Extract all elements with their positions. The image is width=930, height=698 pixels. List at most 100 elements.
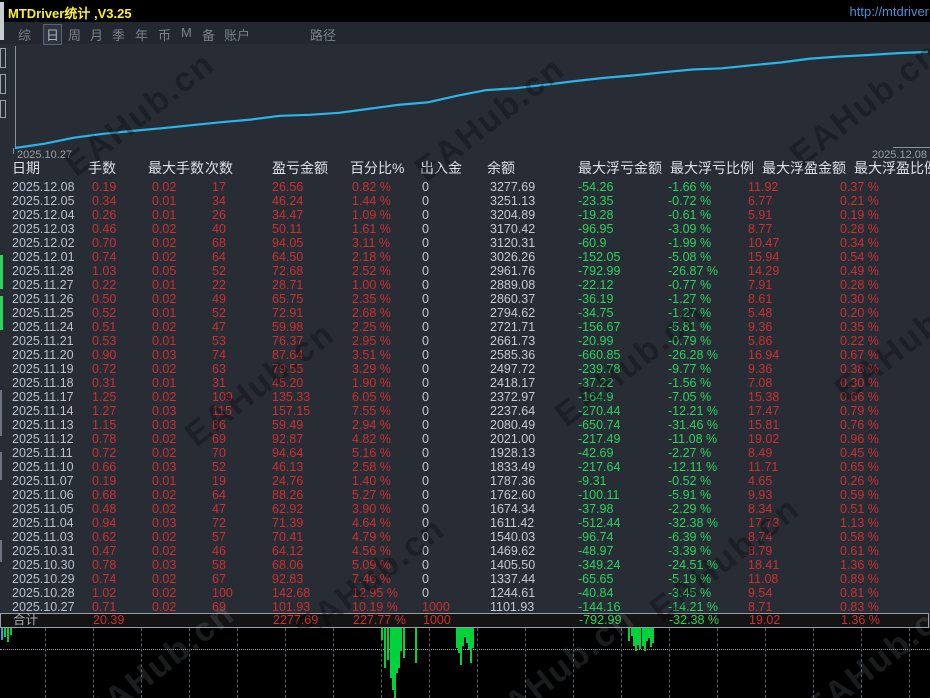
window-title: MTDriver统计 ,V3.25	[8, 3, 132, 22]
table-row[interactable]: 2025.11.281.030.055272.682.52 %02961.76-…	[0, 264, 930, 278]
table-row[interactable]: 2025.11.180.310.013145.201.90 %02418.17-…	[0, 376, 930, 390]
table-cell: -0.77 %	[668, 278, 711, 292]
table-cell: 0.02	[152, 600, 176, 614]
table-row[interactable]: 2025.12.050.340.013446.241.44 %03251.13-…	[0, 194, 930, 208]
menu-item-账户[interactable]: 账户	[224, 25, 250, 44]
table-row[interactable]: 2025.11.260.500.024965.752.35 %02860.37-…	[0, 292, 930, 306]
table-cell: 1928.13	[490, 446, 535, 460]
table-cell: 0.30 %	[840, 376, 879, 390]
menu-item-月[interactable]: 月	[90, 25, 103, 44]
table-cell: -11.08 %	[668, 432, 717, 446]
total-cell: 1.36 %	[841, 614, 880, 627]
menu-item-日[interactable]: 日	[44, 25, 61, 44]
menu-item-币[interactable]: 币	[158, 25, 171, 44]
table-cell: -3.09 %	[668, 222, 711, 236]
gridline	[333, 628, 334, 698]
table-cell: 2025.11.20	[12, 348, 74, 362]
column-header: 手数	[88, 158, 116, 178]
website-link[interactable]: http://mtdriver	[850, 4, 929, 19]
table-cell: 94.05	[272, 236, 303, 250]
table-cell: 11.71	[748, 460, 778, 474]
table-cell: 0	[422, 306, 429, 320]
drawdown-bar	[7, 628, 9, 642]
menu-item-综[interactable]: 综	[18, 25, 31, 44]
table-cell: -42.69	[578, 446, 613, 460]
table-row[interactable]: 2025.11.240.510.024759.982.25 %02721.71-…	[0, 320, 930, 334]
table-cell: 2025.11.17	[12, 390, 74, 404]
table-row[interactable]: 2025.11.210.530.015376.372.95 %02661.73-…	[0, 334, 930, 348]
table-cell: 0.30 %	[840, 292, 879, 306]
table-row[interactable]: 2025.10.310.470.024664.124.56 %01469.62-…	[0, 544, 930, 558]
table-row[interactable]: 2025.12.030.460.024050.111.61 %03170.42-…	[0, 222, 930, 236]
table-cell: 87.64	[272, 348, 303, 362]
table-row[interactable]: 2025.11.050.480.024762.923.90 %01674.34-…	[0, 502, 930, 516]
table-cell: -22.12	[578, 278, 613, 292]
table-cell: 72	[212, 516, 226, 530]
table-row[interactable]: 2025.10.300.780.035868.065.09 %01405.50-…	[0, 558, 930, 572]
table-cell: 0.58 %	[840, 530, 879, 544]
menu-item-M[interactable]: M	[181, 25, 192, 40]
table-cell: 2025.11.05	[12, 502, 74, 516]
table-cell: 19	[212, 474, 226, 488]
table-row[interactable]: 2025.10.270.710.0269101.9310.19 %1000110…	[0, 600, 930, 614]
table-row[interactable]: 2025.11.060.680.026488.265.27 %01762.60-…	[0, 488, 930, 502]
table-row[interactable]: 2025.11.110.720.027094.645.16 %01928.13-…	[0, 446, 930, 460]
menu-item-周[interactable]: 周	[68, 25, 81, 44]
table-cell: 5.09 %	[352, 558, 391, 572]
gridline	[525, 628, 526, 698]
table-cell: 18.41	[748, 558, 779, 572]
table-row[interactable]: 2025.11.171.250.02109135.336.05 %02372.9…	[0, 390, 930, 404]
table-row[interactable]: 2025.11.100.660.035246.132.58 %01833.49-…	[0, 460, 930, 474]
table-row[interactable]: 2025.11.120.780.026992.874.82 %02021.00-…	[0, 432, 930, 446]
table-cell: 0.28 %	[840, 222, 879, 236]
table-cell: 0	[422, 292, 429, 306]
table-row[interactable]: 2025.11.131.150.038659.492.94 %02080.49-…	[0, 418, 930, 432]
edge-fragment	[0, 452, 2, 480]
table-cell: 2025.12.02	[12, 236, 75, 250]
table-cell: 0.38 %	[840, 362, 879, 376]
table-row[interactable]: 2025.12.010.740.026464.502.18 %03026.26-…	[0, 250, 930, 264]
table-cell: 0.72	[92, 362, 116, 376]
table-cell: -26.87 %	[668, 264, 718, 278]
table-cell: 22	[212, 278, 226, 292]
table-cell: 49	[212, 292, 226, 306]
table-row[interactable]: 2025.11.141.270.03115157.157.55 %02237.6…	[0, 404, 930, 418]
table-cell: 0.51 %	[840, 502, 879, 516]
table-cell: 0.01	[152, 334, 176, 348]
table-row[interactable]: 2025.11.040.940.037271.394.64 %01611.42-…	[0, 516, 930, 530]
table-row[interactable]: 2025.10.281.020.02100142.6812.95 %01244.…	[0, 586, 930, 600]
column-header: 最大浮盈金额	[762, 158, 846, 178]
table-row[interactable]: 2025.10.290.740.026792.837.46 %01337.44-…	[0, 572, 930, 586]
menu-item-季[interactable]: 季	[112, 25, 125, 44]
table-cell: 0.48	[92, 502, 116, 516]
table-row[interactable]: 2025.12.080.190.021726.560.82 %03277.69-…	[0, 180, 930, 194]
table-row[interactable]: 2025.11.250.520.015272.912.68 %02794.62-…	[0, 306, 930, 320]
table-cell: -2.29 %	[668, 502, 711, 516]
table-cell: 2794.62	[490, 306, 535, 320]
table-cell: 86	[212, 418, 226, 432]
table-cell: 0.79 %	[840, 404, 879, 418]
table-cell: 14.29	[748, 264, 779, 278]
table-row[interactable]: 2025.11.070.190.011924.761.40 %01787.36-…	[0, 474, 930, 488]
table-row[interactable]: 2025.11.030.620.025770.414.79 %01540.03-…	[0, 530, 930, 544]
table-cell: 2025.11.13	[12, 418, 74, 432]
table-cell: 0.03	[152, 516, 176, 530]
gridline	[813, 628, 814, 698]
total-row[interactable]: 合计20.392277.69227.77 %1000-792.99-32.38 …	[0, 613, 929, 628]
table-cell: 0.22 %	[840, 334, 879, 348]
table-row[interactable]: 2025.12.020.700.026894.053.11 %03120.31-…	[0, 236, 930, 250]
table-cell: 1.03	[92, 264, 116, 278]
table-row[interactable]: 2025.12.040.260.012634.471.09 %03204.89-…	[0, 208, 930, 222]
menu-item-路径[interactable]: 路径	[310, 25, 336, 44]
table-cell: 0	[422, 222, 429, 236]
table-row[interactable]: 2025.11.200.900.037487.643.51 %02585.36-…	[0, 348, 930, 362]
menu-item-备[interactable]: 备	[202, 25, 215, 44]
table-cell: 15.38	[748, 390, 779, 404]
table-row[interactable]: 2025.11.270.220.012228.711.00 %02889.08-…	[0, 278, 930, 292]
table-cell: 109	[212, 390, 233, 404]
table-cell: -1.27 %	[668, 306, 711, 320]
menu-item-年[interactable]: 年	[135, 25, 148, 44]
table-cell: 2025.12.04	[12, 208, 75, 222]
table-row[interactable]: 2025.11.190.720.026379.553.29 %02497.72-…	[0, 362, 930, 376]
table-cell: 1.09 %	[352, 208, 391, 222]
